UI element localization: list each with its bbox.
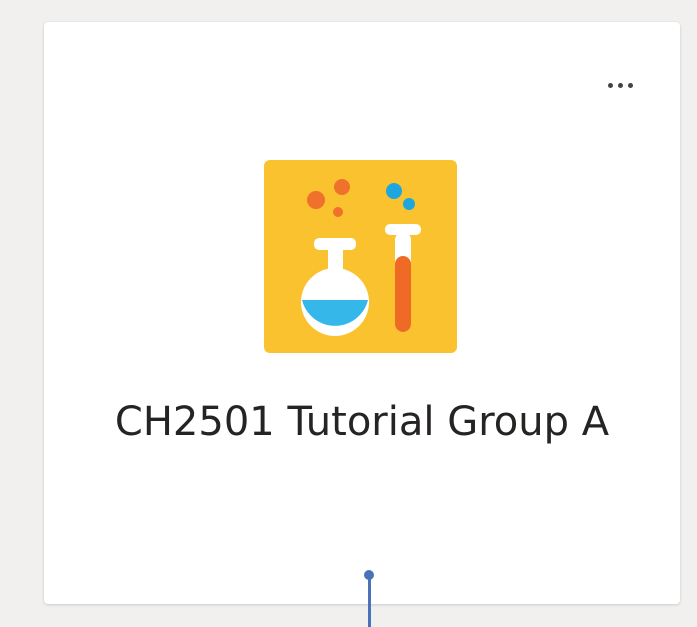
connector-pin: [364, 570, 374, 627]
team-card[interactable]: CH2501 Tutorial Group A: [44, 22, 680, 604]
chemistry-flask-icon: [264, 160, 457, 353]
team-avatar: [264, 160, 457, 353]
more-options-dot: [627, 82, 633, 88]
more-options-dot: [617, 82, 623, 88]
more-options-button[interactable]: [594, 74, 646, 96]
more-options-icon: [607, 82, 613, 88]
connector-line: [368, 578, 371, 627]
team-name[interactable]: CH2501 Tutorial Group A: [44, 392, 680, 452]
